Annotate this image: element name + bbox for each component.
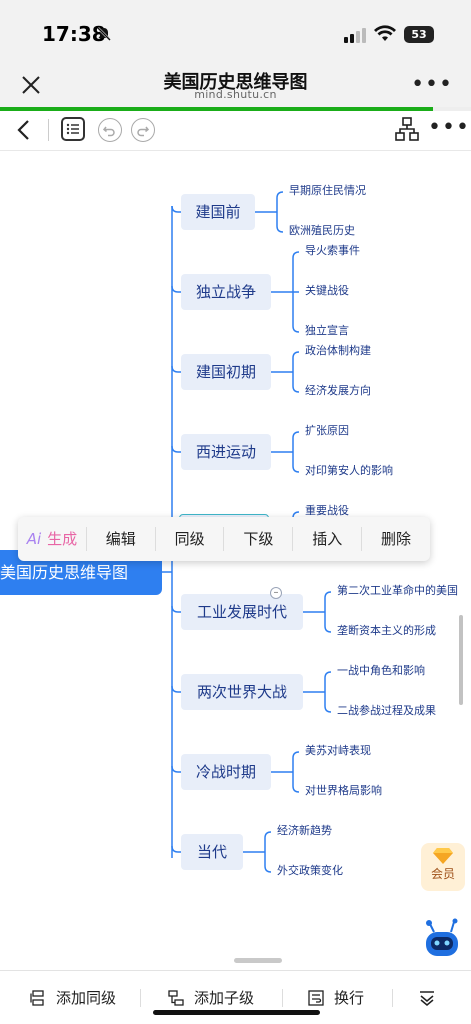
vertical-scrollbar[interactable] [459, 615, 463, 705]
leaf-node[interactable]: 关键战役 [305, 284, 349, 298]
add-child-label: 添加子级 [194, 989, 255, 1007]
wifi-icon [374, 25, 396, 41]
add-sibling-menu-button[interactable]: 同级 [156, 527, 225, 551]
connector-curve [171, 445, 181, 453]
screen: 17:38 53 美国历史思维导图 mind.shutu.cn ••• ••• … [0, 0, 471, 1024]
ai-generate-button[interactable]: Ai 生成 [18, 527, 87, 551]
muted-bell-icon [97, 27, 111, 41]
connector-curve [171, 605, 181, 613]
wrap-line-icon [308, 989, 324, 1006]
branch-node[interactable]: 建国前 [181, 194, 255, 230]
edit-button[interactable]: 编辑 [87, 527, 156, 551]
branch-node[interactable]: 工业发展时代 [181, 594, 303, 630]
structure-layout-icon[interactable] [394, 116, 420, 142]
ai-assistant-robot-icon[interactable] [421, 918, 463, 958]
branch-node[interactable]: 西进运动 [181, 434, 271, 470]
ai-icon: Ai [26, 530, 42, 548]
toolbar-divider [48, 119, 49, 141]
branch-node[interactable]: 建国初期 [181, 354, 271, 390]
branch-node[interactable]: 两次世界大战 [181, 674, 303, 710]
leaf-node[interactable]: 独立宣言 [305, 324, 349, 338]
toolbar-more-icon[interactable]: ••• [428, 115, 470, 140]
branch-node[interactable]: 冷战时期 [181, 754, 271, 790]
ai-generate-label: 生成 [47, 530, 78, 548]
leaf-node[interactable]: 第二次工业革命中的美国 [337, 584, 458, 598]
leaf-node[interactable]: 美苏对峙表现 [305, 744, 371, 758]
leaf-node[interactable]: 垄断资本主义的形成 [337, 624, 436, 638]
root-node-label: 美国历史思维导图 [0, 563, 129, 582]
more-options-icon[interactable]: ••• [411, 72, 453, 97]
leaf-node[interactable]: 经济新趋势 [277, 824, 332, 838]
member-button[interactable]: 会员 [421, 843, 465, 891]
battery-indicator: 53 [404, 26, 434, 43]
connector-curve [324, 591, 332, 633]
wrap-line-button[interactable]: 换行 [308, 987, 364, 1008]
leaf-node[interactable]: 重要战役 [305, 504, 349, 518]
leaf-node[interactable]: 对世界格局影响 [305, 784, 382, 798]
connector-curve [264, 831, 272, 873]
leaf-node[interactable]: 扩张原因 [305, 424, 349, 438]
leaf-node[interactable]: 对印第安人的影响 [305, 464, 393, 478]
wrap-line-label: 换行 [334, 989, 365, 1007]
add-child-menu-button[interactable]: 下级 [224, 527, 294, 551]
browser-header: 美国历史思维导图 mind.shutu.cn ••• [0, 62, 471, 108]
delete-button[interactable]: 删除 [362, 527, 430, 551]
cellular-signal-icon [344, 28, 366, 43]
connector-curve [292, 751, 300, 793]
horizontal-scroll-handle[interactable] [234, 958, 282, 963]
collapse-toolbar-icon[interactable] [418, 989, 436, 1007]
leaf-node[interactable]: 欧洲殖民历史 [289, 224, 355, 238]
branch-node[interactable]: 独立战争 [181, 274, 271, 310]
connector-curve [171, 765, 181, 773]
diamond-icon [433, 848, 453, 864]
home-indicator [153, 1010, 320, 1015]
insert-button[interactable]: 插入 [293, 527, 363, 551]
leaf-node[interactable]: 一战中角色和影响 [337, 664, 425, 678]
bottom-divider [282, 989, 283, 1007]
status-bar: 17:38 53 [0, 0, 471, 62]
add-sibling-icon [30, 989, 44, 1006]
add-child-button[interactable]: 添加子级 [168, 987, 254, 1008]
undo-icon[interactable] [98, 118, 122, 142]
back-icon[interactable] [14, 117, 34, 143]
leaf-node[interactable]: 二战参战过程及成果 [337, 704, 436, 718]
connector-curve [292, 431, 300, 473]
app-toolbar: ••• [0, 111, 471, 151]
connector-curve [276, 191, 284, 233]
connector-curve [171, 365, 181, 373]
add-sibling-button[interactable]: 添加同级 [30, 987, 116, 1008]
connector-curve [171, 685, 181, 693]
member-label: 会员 [430, 867, 455, 881]
connector-curve [292, 351, 300, 393]
add-child-icon [168, 989, 184, 1006]
bottom-action-bar: 添加同级 添加子级 换行 [0, 970, 471, 1024]
redo-icon[interactable] [131, 118, 155, 142]
outline-view-icon[interactable] [61, 117, 85, 141]
leaf-node[interactable]: 外交政策变化 [277, 864, 343, 878]
page-domain: mind.shutu.cn [194, 88, 277, 101]
node-context-menu: Ai 生成 编辑 同级 下级 插入 删除 [18, 517, 430, 561]
bottom-divider [140, 989, 141, 1007]
leaf-node[interactable]: 早期原住民情况 [289, 184, 366, 198]
branch-node[interactable]: 当代 [181, 834, 243, 870]
connector-curve [324, 671, 332, 713]
leaf-node[interactable]: 导火索事件 [305, 244, 360, 258]
connector-curve [171, 845, 181, 853]
connector-curve [171, 205, 181, 213]
collapse-toggle-icon[interactable]: – [270, 587, 282, 599]
connector-curve [171, 285, 181, 293]
bottom-divider [392, 989, 393, 1007]
mindmap-canvas[interactable]: 美国历史思维导图 建国前 早期原住民情况 欧洲殖民历史独立战争 导火索事件关键战役独立… [0, 152, 471, 970]
add-sibling-label: 添加同级 [56, 989, 117, 1007]
leaf-node[interactable]: 经济发展方向 [305, 384, 371, 398]
leaf-node[interactable]: 政治体制构建 [305, 344, 371, 358]
